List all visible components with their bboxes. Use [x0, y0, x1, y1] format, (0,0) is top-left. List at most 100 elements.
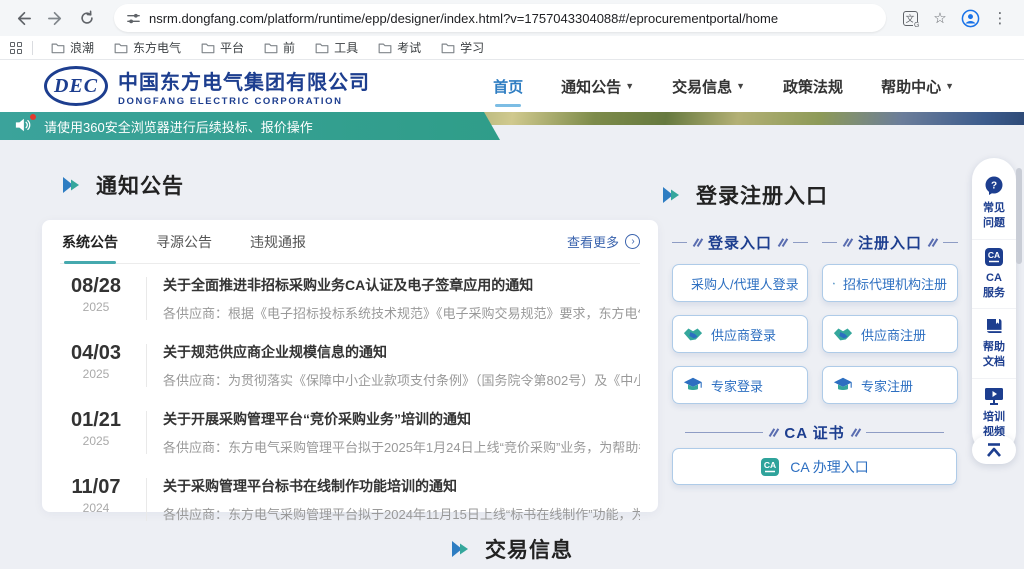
menu-button[interactable]: ⋮: [990, 8, 1010, 28]
register-column-header: 注册入口: [822, 232, 958, 253]
divider: [32, 41, 33, 55]
folder-icon: [264, 42, 278, 54]
nav-item-home[interactable]: 首页: [493, 70, 523, 103]
expert-login-button[interactable]: 专家登录: [672, 366, 808, 404]
announcement-excerpt: 各供应商：根据《电子招标投标系统技术规范》《电子采购交易规范》要求，东方电气采购…: [163, 303, 640, 322]
apps-grid-icon[interactable]: [10, 42, 22, 54]
folder-icon: [441, 42, 455, 54]
announcement-title[interactable]: 关于采购管理平台标书在线制作功能培训的通知: [163, 476, 640, 496]
page-scrollbar[interactable]: [1016, 168, 1022, 264]
expert-register-button[interactable]: 专家注册: [822, 366, 958, 404]
svg-text:CA: CA: [764, 460, 776, 470]
folder-icon: [378, 42, 392, 54]
ca-section-header: CA 证书: [672, 422, 957, 443]
site-settings-icon[interactable]: [126, 11, 141, 26]
back-to-top-icon: [984, 442, 1004, 458]
reload-icon: [79, 10, 95, 26]
browser-toolbar: nsrm.dongfang.com/platform/runtime/epp/d…: [0, 0, 1024, 36]
graduation-cap-icon: [833, 376, 853, 394]
sidebar-item-ca-service[interactable]: CA CA 服务: [972, 239, 1016, 309]
ca-apply-button[interactable]: CA CA 办理入口: [672, 448, 957, 485]
tab-sourcing-notices[interactable]: 寻源公告: [154, 220, 214, 264]
announcement-title[interactable]: 关于全面推进非招标采购业务CA认证及电子签章应用的通知: [163, 275, 640, 295]
bookmark-folder[interactable]: 平台: [193, 37, 252, 58]
nav-item-trade-info[interactable]: 交易信息▼: [672, 70, 745, 103]
supplier-register-button[interactable]: 供应商注册: [822, 315, 958, 353]
nav-item-notices[interactable]: 通知公告▼: [561, 70, 634, 103]
announcement-row[interactable]: 01/21 2025 关于开展采购管理平台“竞价采购业务”培训的通知 各供应商：…: [60, 398, 640, 465]
company-name: 中国东方电气集团有限公司 DONGFANG ELECTRIC CORPORATI…: [118, 66, 370, 107]
bookmark-folder[interactable]: 浪潮: [43, 37, 102, 58]
bookmark-label: 考试: [397, 39, 421, 56]
announcement-date: 01/21 2025: [60, 409, 132, 448]
profile-icon: [961, 9, 980, 28]
announcement-row[interactable]: 11/07 2024 关于采购管理平台标书在线制作功能培训的通知 各供应商：东方…: [60, 465, 640, 532]
bookmark-star-button[interactable]: ☆: [930, 8, 950, 28]
trade-info-section: 交易信息: [0, 534, 1024, 564]
buyer-agent-login-button[interactable]: 采购人/代理人登录: [672, 264, 808, 302]
tab-violation-reports[interactable]: 违规通报: [248, 220, 308, 264]
section-arrow-icon: [662, 186, 684, 204]
back-icon: [15, 10, 32, 27]
url-bar[interactable]: nsrm.dongfang.com/platform/runtime/epp/d…: [114, 4, 886, 32]
sidebar-item-faq[interactable]: ? 常见问题: [972, 168, 1016, 239]
bookmark-label: 前: [283, 39, 295, 56]
video-icon: [983, 386, 1005, 406]
bookmark-folder[interactable]: 学习: [433, 37, 492, 58]
bookmark-folder[interactable]: 工具: [307, 37, 366, 58]
view-more-link[interactable]: 查看更多 ›: [567, 232, 640, 251]
announcement-title[interactable]: 关于规范供应商企业规模信息的通知: [163, 342, 640, 362]
announcement-date: 11/07 2024: [60, 476, 132, 515]
book-icon: [984, 316, 1005, 336]
announcement-excerpt: 各供应商：东方电气采购管理平台拟于2024年11月15日上线“标书在线制作”功能…: [163, 504, 640, 523]
folder-icon: [114, 42, 128, 54]
announcement-date: 04/03 2025: [60, 342, 132, 381]
bid-agency-register-button[interactable]: 招标代理机构注册: [822, 264, 958, 302]
company-name-cn: 中国东方电气集团有限公司: [118, 66, 370, 95]
bookmark-label: 学习: [460, 39, 484, 56]
announcement-tabs: 系统公告 寻源公告 违规通报 查看更多 ›: [60, 220, 640, 264]
reload-button[interactable]: [74, 5, 100, 31]
back-button[interactable]: [10, 5, 36, 31]
bookmark-folder[interactable]: 考试: [370, 37, 429, 58]
divider: [146, 411, 147, 454]
divider: [146, 478, 147, 521]
announcement-title[interactable]: 关于开展采购管理平台“竞价采购业务”培训的通知: [163, 409, 640, 429]
announcements-section-title: 通知公告: [62, 170, 184, 200]
main-nav: 首页 通知公告▼ 交易信息▼ 政策法规 帮助中心▼: [493, 70, 980, 103]
speaker-icon: [14, 117, 34, 135]
announcements-card: 系统公告 寻源公告 违规通报 查看更多 › 08/28 2025 关于全面推进非…: [42, 220, 658, 512]
login-register-section-title: 登录注册入口: [662, 180, 828, 210]
folder-icon: [51, 42, 65, 54]
sidebar-item-help-docs[interactable]: 帮助文档: [972, 308, 1016, 378]
bookmark-label: 平台: [220, 39, 244, 56]
folder-icon: [201, 42, 215, 54]
translate-button[interactable]: 文: [900, 8, 920, 28]
section-arrow-icon: [451, 540, 473, 558]
question-icon: ?: [983, 175, 1005, 197]
announcement-row[interactable]: 04/03 2025 关于规范供应商企业规模信息的通知 各供应商：为贯彻落实《保…: [60, 331, 640, 398]
nav-item-policies[interactable]: 政策法规: [783, 70, 843, 103]
announcement-row[interactable]: 08/28 2025 关于全面推进非招标采购业务CA认证及电子签章应用的通知 各…: [60, 264, 640, 331]
chevron-down-icon: ▼: [945, 81, 954, 91]
trade-info-section-title: 交易信息: [451, 534, 573, 564]
chevron-down-icon: ▼: [625, 81, 634, 91]
nav-item-help-center[interactable]: 帮助中心▼: [881, 70, 954, 103]
profile-button[interactable]: [960, 8, 980, 28]
dec-logo[interactable]: DEC: [44, 66, 108, 106]
svg-text:CA: CA: [988, 250, 1000, 260]
tab-system-notices[interactable]: 系统公告: [60, 220, 120, 264]
floating-sidebar: ? 常见问题 CA CA 服务 帮助文档 培训视频: [972, 158, 1016, 454]
back-to-top-button[interactable]: [972, 436, 1016, 464]
bookmark-folder[interactable]: 前: [256, 37, 303, 58]
svg-text:?: ?: [991, 181, 997, 192]
divider: [146, 344, 147, 387]
announcement-excerpt: 各供应商：东方电气采购管理平台拟于2025年1月24日上线“竞价采购”业务，为帮…: [163, 437, 640, 456]
supplier-login-button[interactable]: 供应商登录: [672, 315, 808, 353]
forward-button[interactable]: [42, 5, 68, 31]
bookmarks-bar: 浪潮 东方电气 平台 前 工具 考试 学习: [0, 36, 1024, 60]
notice-bar-text: 请使用360安全浏览器进行后续投标、报价操作: [44, 117, 313, 136]
bookmark-folder[interactable]: 东方电气: [106, 37, 189, 58]
announcement-excerpt: 各供应商：为贯彻落实《保障中小企业款项支付条例》（国务院令第802号）及《中小企…: [163, 370, 640, 389]
chevron-down-icon: ▼: [736, 81, 745, 91]
